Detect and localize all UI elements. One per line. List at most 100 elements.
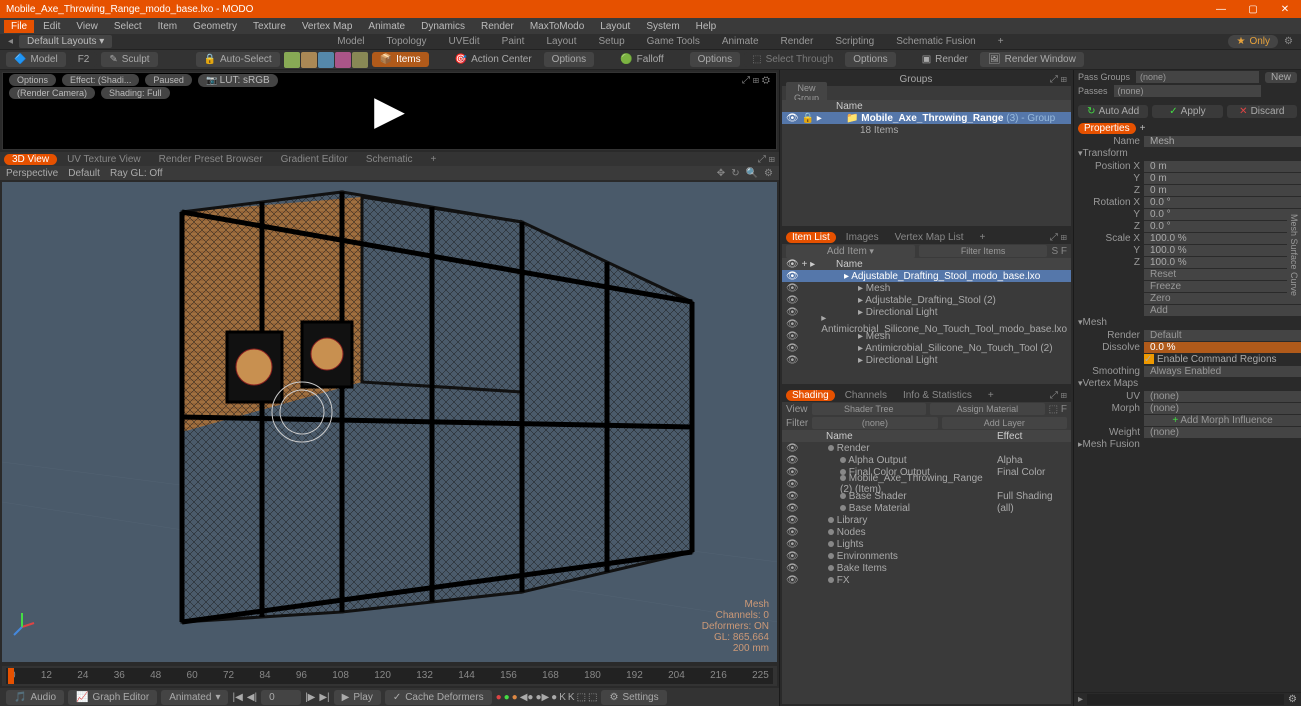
- render-lut[interactable]: 📷 LUT: sRGB: [198, 74, 278, 87]
- close-button[interactable]: ✕: [1275, 4, 1295, 15]
- shading-row[interactable]: 👁 Alpha OutputAlpha: [782, 454, 1071, 466]
- maximize-button[interactable]: ▢: [1243, 4, 1263, 15]
- tab-info[interactable]: Info & Statistics: [897, 390, 978, 401]
- layout-tab-schematic[interactable]: Schematic Fusion: [886, 35, 985, 48]
- itemlist-expand-icon[interactable]: ⤢ ⊞: [1050, 232, 1067, 243]
- groups-expand-icon[interactable]: ⤢ ⊞: [1050, 74, 1067, 85]
- vmaps-section[interactable]: Vertex Maps: [1083, 378, 1139, 389]
- new-pass-button[interactable]: New: [1265, 72, 1297, 83]
- side-vertical-tabs[interactable]: Mesh Surface Curve: [1287, 210, 1301, 300]
- uv-dropdown[interactable]: (none): [1144, 391, 1301, 402]
- tab-channels[interactable]: Channels: [839, 390, 893, 401]
- tab-itemlist[interactable]: Item List: [786, 232, 836, 243]
- prev-icon[interactable]: ◀|: [247, 692, 257, 703]
- shading-row[interactable]: 👁 Base ShaderFull Shading: [782, 490, 1071, 502]
- transform-section[interactable]: Transform: [1083, 148, 1128, 159]
- name-field[interactable]: Mesh: [1144, 136, 1301, 147]
- layout-tab-animate[interactable]: Animate: [712, 35, 769, 48]
- perspective-dropdown[interactable]: Perspective: [6, 168, 58, 179]
- shading-row[interactable]: 👁 FX: [782, 574, 1071, 586]
- select-through-button[interactable]: ⬚ Select Through: [744, 52, 841, 67]
- layout-tab-scripting[interactable]: Scripting: [825, 35, 884, 48]
- posz-field[interactable]: 0 m: [1144, 185, 1301, 196]
- viewport-gear-icon[interactable]: ⚙: [764, 168, 773, 179]
- animated-dropdown[interactable]: Animated ▾: [161, 690, 228, 705]
- shading-row[interactable]: 👁 Lights: [782, 538, 1071, 550]
- layout-tab-model[interactable]: Model: [327, 35, 374, 48]
- menu-texture[interactable]: Texture: [246, 20, 293, 33]
- graph-editor-button[interactable]: 📈 Graph Editor: [68, 690, 157, 705]
- add-layer-dropdown[interactable]: Add Layer: [942, 417, 1067, 429]
- shading-row[interactable]: 👁 Environments: [782, 550, 1071, 562]
- item-row[interactable]: 👁▸ Antimicrobial_Silicone_No_Touch_Tool …: [782, 342, 1071, 354]
- assign-material-button[interactable]: Assign Material: [930, 403, 1045, 415]
- autoselect-button[interactable]: 🔒 Auto-Select: [196, 52, 280, 67]
- passgroups-dropdown[interactable]: (none): [1136, 71, 1259, 83]
- layout-tab-paint[interactable]: Paint: [492, 35, 535, 48]
- layouts-dropdown[interactable]: Default Layouts ▾: [19, 35, 112, 48]
- filter-items-input[interactable]: Filter Items: [919, 245, 1048, 257]
- settings-button[interactable]: ⚙ Settings: [601, 690, 666, 705]
- smoothing-dropdown[interactable]: Always Enabled: [1144, 366, 1301, 377]
- tab-3dview[interactable]: 3D View: [4, 154, 57, 165]
- render-window-button[interactable]: 🖼 Render Window: [980, 52, 1084, 67]
- shading-row[interactable]: 👁 Nodes: [782, 526, 1071, 538]
- menu-layout[interactable]: Layout: [593, 20, 637, 33]
- enable-cmd-checkbox[interactable]: Enable Command Regions: [1157, 354, 1277, 365]
- add-tab[interactable]: +: [423, 154, 445, 165]
- add-layout-tab[interactable]: +: [988, 35, 1014, 48]
- posx-field[interactable]: 0 m: [1144, 161, 1301, 172]
- layout-tab-render[interactable]: Render: [771, 35, 824, 48]
- zoom-icon[interactable]: 🔍: [746, 168, 758, 179]
- item-row[interactable]: 👁▸ Mesh: [782, 282, 1071, 294]
- sculpt-button[interactable]: ✎ Sculpt: [101, 52, 157, 67]
- viewport-expand-icon[interactable]: ⤢ ⊞: [758, 154, 775, 165]
- tab-shading[interactable]: Shading: [786, 390, 835, 401]
- add-item-dropdown[interactable]: Add Item ▾: [786, 245, 915, 258]
- group-row[interactable]: 👁 🔒 ▸ 📁 Mobile_Axe_Throwing_Range (3) - …: [782, 112, 1071, 124]
- render-paused[interactable]: Paused: [145, 74, 192, 86]
- layout-tab-topology[interactable]: Topology: [377, 35, 437, 48]
- shading-row[interactable]: 👁 Base Material(all): [782, 502, 1071, 514]
- 3d-viewport[interactable]: MeshChannels: 0 Deformers: ONGL: 865,664…: [2, 182, 777, 662]
- menu-edit[interactable]: Edit: [36, 20, 67, 33]
- shader-tree-dropdown[interactable]: Shader Tree: [812, 403, 927, 415]
- autoadd-button[interactable]: ↻Auto Add: [1078, 105, 1148, 118]
- default-dropdown[interactable]: Default: [68, 168, 100, 179]
- play-icon[interactable]: ▶: [374, 88, 405, 134]
- scly-field[interactable]: 100.0 %: [1144, 245, 1301, 256]
- filter-dropdown[interactable]: (none): [812, 417, 937, 429]
- only-toggle[interactable]: ★Only: [1228, 35, 1278, 48]
- discard-button[interactable]: ✕Discard: [1227, 105, 1297, 118]
- render-options[interactable]: Options: [9, 74, 56, 86]
- menu-render[interactable]: Render: [474, 20, 521, 33]
- menu-vertexmap[interactable]: Vertex Map: [295, 20, 360, 33]
- shading-expand-icon[interactable]: ⤢ ⊞: [1050, 390, 1067, 401]
- render-dropdown[interactable]: Default: [1144, 330, 1301, 341]
- shading-row[interactable]: 👁 Render: [782, 442, 1071, 454]
- command-gear-icon[interactable]: ⚙: [1288, 694, 1297, 705]
- key-icons[interactable]: ●●● ◀●●▶●KK⬚⬚: [496, 692, 598, 703]
- shading-row[interactable]: 👁 Library: [782, 514, 1071, 526]
- item-row[interactable]: 👁▸ Directional Light: [782, 354, 1071, 366]
- layout-tab-uvedit[interactable]: UVEdit: [439, 35, 490, 48]
- mesh-section[interactable]: Mesh: [1083, 317, 1107, 328]
- items-button[interactable]: 📦 Items: [372, 52, 429, 67]
- tab-uvtexture[interactable]: UV Texture View: [59, 154, 149, 165]
- tab-vertexmaplist[interactable]: Vertex Map List: [889, 232, 970, 243]
- menu-geometry[interactable]: Geometry: [186, 20, 244, 33]
- item-row[interactable]: 👁▸ Adjustable_Drafting_Stool (2): [782, 294, 1071, 306]
- menu-system[interactable]: System: [639, 20, 686, 33]
- render-button[interactable]: ▣ Render: [914, 52, 976, 67]
- sclz-field[interactable]: 100.0 %: [1144, 257, 1301, 268]
- command-input[interactable]: [1087, 694, 1284, 705]
- apply-button[interactable]: ✓Apply: [1152, 105, 1222, 118]
- morph-dropdown[interactable]: (none): [1144, 403, 1301, 414]
- zero-dropdown[interactable]: Zero: [1144, 293, 1301, 304]
- layout-tab-layout[interactable]: Layout: [536, 35, 586, 48]
- shading-row[interactable]: 👁 Mobile_Axe_Throwing_Range (2) (Item): [782, 478, 1071, 490]
- meshfusion-section[interactable]: Mesh Fusion: [1083, 439, 1140, 450]
- weight-dropdown[interactable]: (none): [1144, 427, 1301, 438]
- add-morph-button[interactable]: + Add Morph Influence: [1144, 415, 1301, 426]
- cache-deformers-button[interactable]: ✓ Cache Deformers: [385, 690, 492, 705]
